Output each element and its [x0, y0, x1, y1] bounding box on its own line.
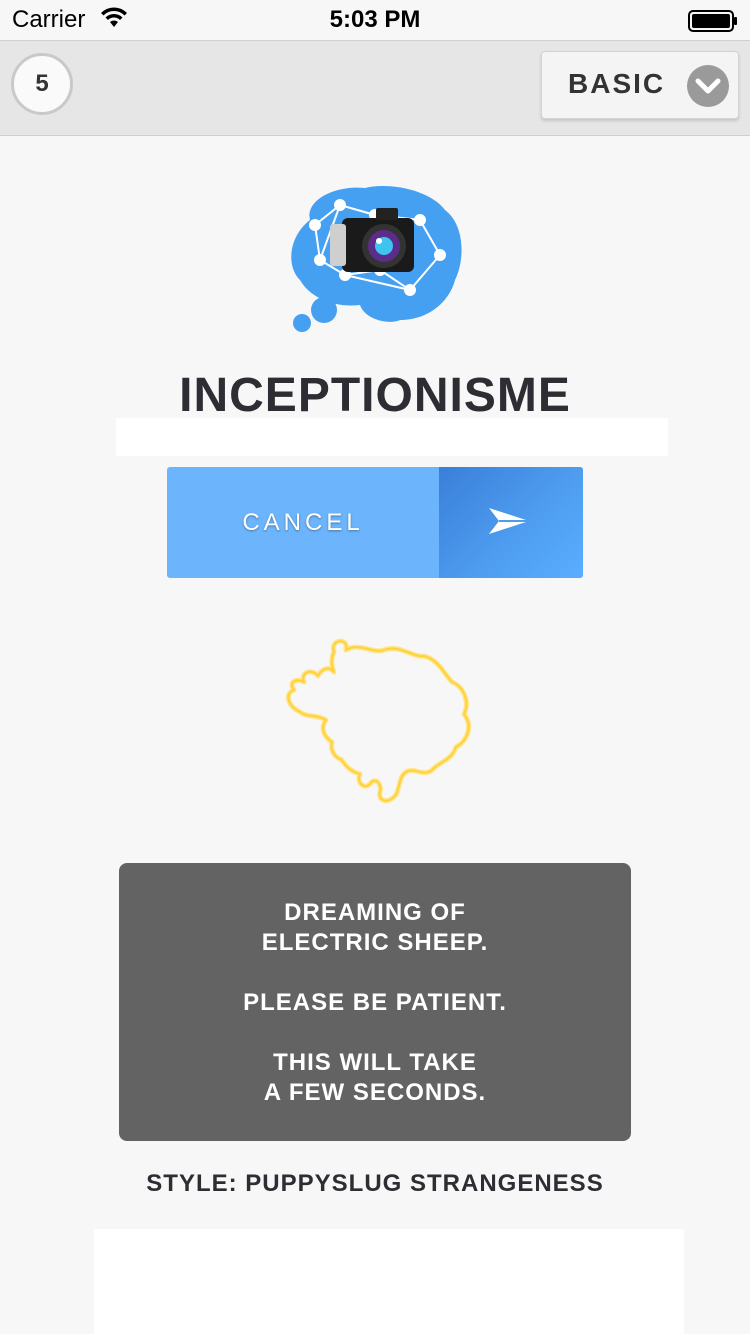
message-line: DREAMING OF	[284, 899, 466, 926]
message-line: ELECTRIC SHEEP.	[261, 929, 489, 956]
clock: 5:03 PM	[329, 6, 421, 33]
cancel-button[interactable]: CANCEL	[167, 467, 583, 578]
mode-label: BASIC	[568, 68, 666, 99]
app-title: INCEPTIONISME	[179, 369, 571, 422]
app-logo	[280, 180, 470, 340]
message-line: A FEW SECONDS.	[263, 1079, 487, 1106]
send-button[interactable]	[439, 467, 583, 578]
mode-dropdown[interactable]: BASIC	[541, 51, 739, 119]
battery-icon	[688, 10, 738, 37]
message-line: PLEASE BE PATIENT.	[243, 989, 507, 1016]
message-line: THIS WILL TAKE	[273, 1049, 477, 1076]
style-label: STYLE: PUPPYSLUG STRANGENESS	[146, 1170, 604, 1197]
counter-badge[interactable]: 5	[11, 53, 73, 115]
result-panel	[94, 1229, 684, 1334]
toolbar: 5 BASIC	[0, 40, 750, 136]
cancel-label: CANCEL	[242, 509, 364, 536]
progress-message-box: DREAMING OF ELECTRIC SHEEP. PLEASE BE PA…	[119, 863, 631, 1141]
chevron-down-icon	[686, 64, 730, 113]
send-icon	[487, 505, 531, 542]
input-strip	[116, 418, 668, 456]
status-bar: Carrier 5:03 PM	[0, 0, 750, 40]
sheep-outline-icon	[274, 632, 479, 817]
